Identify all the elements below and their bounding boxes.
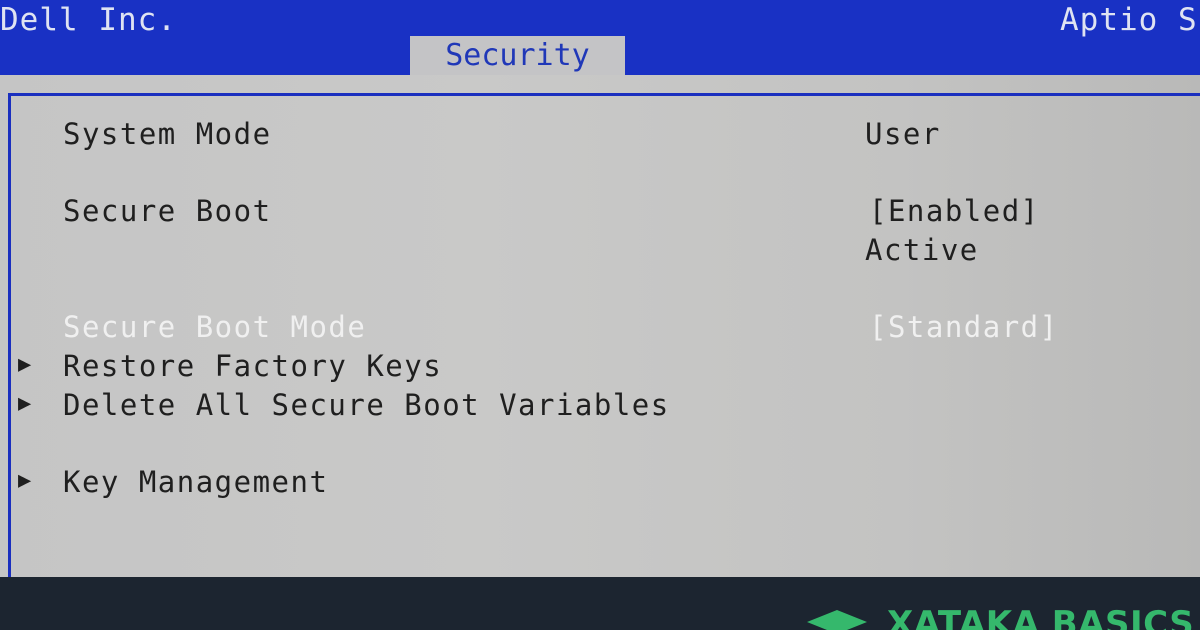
brand-logo: XATAKA BASICS xyxy=(805,608,1200,630)
system-mode-label: System Mode xyxy=(63,117,272,151)
submenu-arrow-icon: ▶ xyxy=(18,391,32,416)
brand-name: XATAKA BASICS xyxy=(887,608,1195,630)
system-mode-value: User xyxy=(865,117,941,151)
secure-boot-status: Active xyxy=(865,233,979,267)
secure-boot-value[interactable]: [Enabled] xyxy=(869,194,1040,228)
bios-header: Dell Inc. Aptio S Security xyxy=(0,0,1200,78)
key-management-item[interactable]: Key Management xyxy=(63,465,328,499)
settings-panel: System Mode User Secure Boot [Enabled] A… xyxy=(0,75,1200,577)
graduation-cap-icon xyxy=(807,610,867,630)
secure-boot-mode-value[interactable]: [Standard] xyxy=(869,310,1059,344)
firmware-name: Aptio S xyxy=(1060,2,1198,38)
secure-boot-mode-label[interactable]: Secure Boot Mode xyxy=(63,310,366,344)
delete-secure-boot-variables-item[interactable]: Delete All Secure Boot Variables xyxy=(63,388,670,422)
submenu-arrow-icon: ▶ xyxy=(18,468,32,493)
tab-security[interactable]: Security xyxy=(410,36,625,78)
bios-screen: Dell Inc. Aptio S Security System Mode U… xyxy=(0,0,1200,577)
secure-boot-label[interactable]: Secure Boot xyxy=(63,194,272,228)
vendor-name: Dell Inc. xyxy=(0,2,177,38)
restore-factory-keys-item[interactable]: Restore Factory Keys xyxy=(63,349,442,383)
submenu-arrow-icon: ▶ xyxy=(18,352,32,377)
